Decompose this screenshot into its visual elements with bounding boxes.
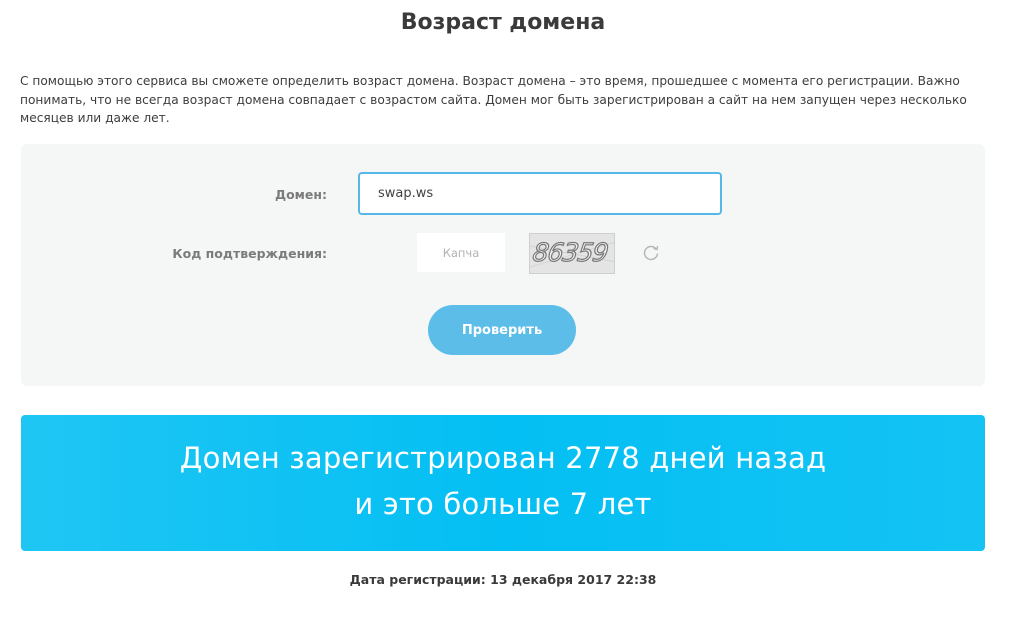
domain-label: Домен:: [274, 187, 327, 202]
check-button[interactable]: Проверить: [428, 305, 576, 355]
result-years: и это больше 7 лет: [354, 487, 652, 521]
domain-input[interactable]: [358, 172, 722, 215]
captcha-image: 86359: [529, 233, 615, 274]
result-banner: Домен зарегистрирован 2778 дней назад и …: [21, 415, 985, 551]
result-days: Домен зарегистрирован 2778 дней назад: [179, 441, 827, 475]
domain-age-form: Домен: Код подтверждения: 86359 Проверит…: [21, 144, 985, 386]
refresh-icon[interactable]: [641, 243, 661, 263]
intro-text: С помощью этого сервиса вы сможете опред…: [20, 74, 967, 125]
page: Возраст домена С помощью этого сервиса в…: [0, 0, 1024, 617]
page-title: Возраст домена: [400, 10, 606, 35]
captcha-label: Код подтверждения:: [172, 246, 327, 261]
registration-date: Дата регистрации: 13 декабря 2017 22:38: [349, 572, 657, 587]
captcha-code: 86359: [530, 237, 610, 267]
captcha-input[interactable]: [417, 233, 505, 272]
